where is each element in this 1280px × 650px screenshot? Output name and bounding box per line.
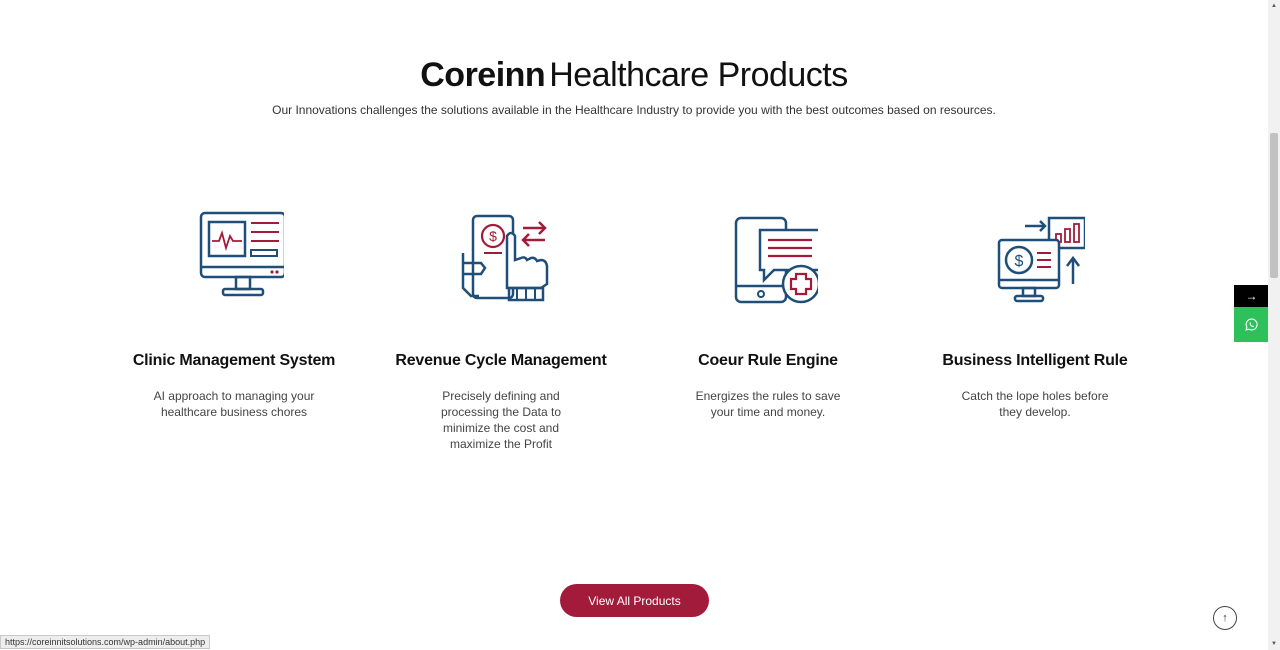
product-description: Precisely defining and processing the Da… [440, 389, 562, 451]
product-card-rule-engine: Coeur Rule Engine Energizes the rules to… [658, 208, 878, 420]
product-card-business-intelligence: $ Business Intelligent Rule Catch the lo… [925, 208, 1145, 420]
side-arrow-button[interactable]: → [1234, 285, 1269, 307]
product-title: Coeur Rule Engine [698, 352, 838, 369]
product-description: Energizes the rules to save your time an… [695, 389, 841, 419]
product-title: Business Intelligent Rule [942, 352, 1128, 369]
product-card-clinic: Clinic Management System AI approach to … [124, 208, 344, 420]
section-heading: Coreinn Healthcare Products [0, 56, 1268, 95]
heading-text: Healthcare Products [549, 56, 848, 94]
scroll-down-arrow-icon[interactable]: ▼ [1268, 638, 1280, 650]
scroll-up-arrow-icon[interactable]: ▲ [1268, 0, 1280, 12]
scroll-to-top-button[interactable]: ↑ [1213, 606, 1237, 630]
whatsapp-button[interactable] [1234, 307, 1269, 342]
scrollbar-thumb[interactable] [1270, 133, 1278, 278]
brand-name: Coreinn [420, 56, 546, 94]
svg-text:$: $ [489, 228, 497, 244]
hand-payment-icon: $ [461, 214, 549, 302]
product-card-revenue: $ Revenue Cycle Management Precisely def… [391, 208, 611, 452]
monitor-icon [199, 211, 284, 297]
status-bar-url: https://coreinnitsolutions.com/wp-admin/… [0, 635, 211, 649]
section-subtitle: Our Innovations challenges the solutions… [272, 103, 996, 117]
view-all-products-button[interactable]: View All Products [560, 584, 709, 617]
svg-text:$: $ [1015, 253, 1024, 270]
product-description: AI approach to managing your healthcare … [153, 389, 315, 419]
page-scrollbar[interactable]: ▲ ▼ [1268, 0, 1280, 650]
analytics-monitor-icon: $ [997, 216, 1085, 303]
product-description: Catch the lope holes before they develop… [961, 389, 1109, 419]
tablet-medical-chat-icon [734, 216, 818, 304]
product-title: Clinic Management System [132, 352, 336, 369]
product-title: Revenue Cycle Management [395, 352, 607, 369]
whatsapp-icon [1245, 318, 1258, 331]
